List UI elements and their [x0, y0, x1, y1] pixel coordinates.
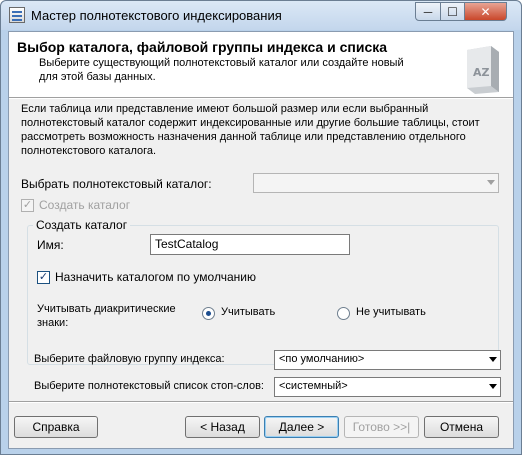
accent-insensitive-label: Не учитывать — [356, 306, 426, 318]
close-button[interactable]: ✕ — [464, 2, 507, 21]
default-catalog-label: Назначить каталогом по умолчанию — [55, 270, 256, 284]
book-icon-label: AZ — [473, 66, 490, 79]
filegroup-select[interactable]: <по умолчанию> — [274, 350, 501, 370]
wizard-body: Выбор каталога, файловой группы индекса … — [8, 31, 514, 449]
book-icon: AZ — [467, 46, 499, 94]
stoplist-select[interactable]: <системный> — [274, 377, 501, 397]
name-label: Имя: — [37, 238, 64, 252]
window-title: Мастер полнотекстового индексирования — [31, 8, 282, 23]
minimize-button[interactable]: ─ — [415, 2, 441, 21]
finish-button[interactable]: Готово >>| — [344, 416, 419, 438]
default-catalog-checkbox[interactable]: ✓ — [37, 271, 50, 284]
catalog-select[interactable] — [253, 173, 499, 193]
create-catalog-group-title: Создать каталог — [33, 218, 131, 232]
description-text: Если таблица или представление имеют бол… — [21, 103, 480, 157]
help-button[interactable]: Справка — [14, 416, 98, 438]
catalog-name-input[interactable]: TestCatalog — [150, 234, 350, 255]
maximize-button[interactable]: ☐ — [440, 2, 465, 21]
create-catalog-label: Создать каталог — [39, 198, 131, 212]
title-bar[interactable]: Мастер полнотекстового индексирования ─ … — [1, 1, 521, 30]
accent-sensitive-radio[interactable] — [202, 307, 215, 320]
wizard-header: Выбор каталога, файловой группы индекса … — [9, 32, 513, 98]
accent-sensitive-label: Учитывать — [221, 306, 276, 318]
filegroup-select-label: Выберите файловую группу индекса: — [34, 353, 225, 365]
filegroup-select-value: <по умолчанию> — [279, 353, 365, 365]
page-title: Выбор каталога, файловой группы индекса … — [17, 39, 388, 55]
stoplist-select-value: <системный> — [279, 380, 348, 392]
cancel-button[interactable]: Отмена — [424, 416, 499, 438]
chevron-down-icon — [489, 357, 497, 362]
back-button[interactable]: < Назад — [185, 416, 260, 438]
accent-insensitive-radio[interactable] — [337, 307, 350, 320]
accent-label: Учитывать диакритические знаки: — [37, 303, 176, 329]
chevron-down-icon — [487, 180, 495, 185]
create-catalog-checkbox[interactable]: ✓ — [21, 199, 34, 212]
chevron-down-icon — [489, 384, 497, 389]
page-subtitle: Выберите существующий полнотекстовый кат… — [39, 57, 404, 83]
catalog-select-label: Выбрать полнотекстовый каталог: — [21, 177, 212, 191]
stoplist-select-label: Выберите полнотекстовый список стоп-слов… — [34, 380, 264, 392]
app-icon — [9, 7, 25, 23]
next-button[interactable]: Далее > — [264, 416, 339, 438]
wizard-window: Мастер полнотекстового индексирования ─ … — [0, 0, 522, 455]
